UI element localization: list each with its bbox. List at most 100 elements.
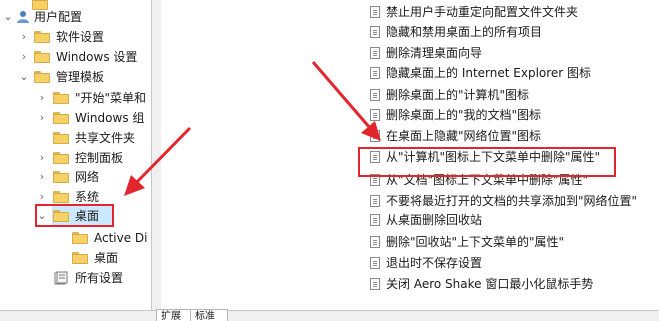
policy-label: 从"计算机"图标上下文菜单中删除"属性" bbox=[386, 150, 601, 164]
user-config-icon bbox=[17, 11, 29, 23]
policy-label: 隐藏桌面上的 Internet Explorer 图标 bbox=[386, 66, 592, 80]
tree-label: 系统 bbox=[75, 190, 100, 204]
tree-label: 桌面 bbox=[94, 251, 119, 265]
tree-item-start-menu[interactable]: › "开始"菜单和 bbox=[0, 88, 151, 108]
policy-row[interactable]: 删除桌面上的"我的文档"图标 bbox=[161, 105, 659, 125]
tree-item-active-directory[interactable]: Active Di bbox=[0, 228, 151, 248]
folder-icon bbox=[72, 252, 88, 264]
folder-icon bbox=[72, 232, 88, 244]
tab-extended[interactable]: 扩展 bbox=[156, 309, 192, 321]
policy-setting-icon bbox=[370, 6, 380, 18]
folder-icon bbox=[34, 31, 50, 43]
policy-setting-icon bbox=[370, 278, 380, 290]
policy-row[interactable]: 删除"回收站"上下文菜单的"属性" bbox=[161, 232, 659, 252]
chevron-right-icon[interactable]: › bbox=[36, 88, 48, 108]
policy-setting-icon bbox=[370, 214, 380, 226]
policy-row[interactable]: 删除清理桌面向导 bbox=[161, 43, 659, 63]
policy-row[interactable]: 隐藏和禁用桌面上的所有项目 bbox=[161, 22, 659, 42]
policy-row[interactable]: 从桌面删除回收站 bbox=[161, 210, 659, 230]
tree-item-desktop[interactable]: ⌄ 桌面 bbox=[0, 206, 151, 226]
tree-label: 软件设置 bbox=[56, 30, 105, 44]
policy-row[interactable]: 从"计算机"图标上下文菜单中删除"属性" bbox=[161, 147, 659, 167]
tree-item-control-panel[interactable]: › 控制面板 bbox=[0, 148, 151, 168]
policy-setting-icon bbox=[370, 89, 380, 101]
tree-item-windows-settings[interactable]: › Windows 设置 bbox=[0, 47, 151, 67]
policy-setting-icon bbox=[370, 236, 380, 248]
policy-setting-icon bbox=[370, 174, 380, 186]
tree-label: 控制面板 bbox=[75, 151, 124, 165]
policy-label: 删除桌面上的"计算机"图标 bbox=[386, 88, 530, 102]
tree-scrollbar[interactable] bbox=[152, 0, 161, 310]
policy-setting-icon bbox=[370, 26, 380, 38]
folder-icon bbox=[53, 152, 69, 164]
policy-row[interactable]: 从"文档"图标上下文菜单中删除"属性" bbox=[161, 170, 659, 190]
tree-item-admin-templates[interactable]: ⌄ 管理模板 bbox=[0, 67, 151, 87]
policy-setting-icon bbox=[370, 257, 380, 269]
folder-icon bbox=[53, 92, 69, 104]
chevron-right-icon[interactable]: › bbox=[18, 27, 30, 47]
policy-setting-icon bbox=[370, 195, 380, 207]
chevron-right-icon[interactable]: › bbox=[18, 47, 30, 67]
chevron-right-icon[interactable]: › bbox=[36, 167, 48, 187]
tree-label: 桌面 bbox=[75, 209, 100, 223]
chevron-down-icon[interactable]: ⌄ bbox=[18, 67, 30, 87]
policy-label: 从桌面删除回收站 bbox=[386, 213, 483, 227]
tree-label: "开始"菜单和 bbox=[75, 91, 147, 105]
policy-row[interactable]: 关闭 Aero Shake 窗口最小化鼠标手势 bbox=[161, 274, 659, 294]
tree-label: Active Di bbox=[94, 231, 148, 245]
settings-icon bbox=[54, 271, 68, 285]
tree-pane[interactable]: ⌄ 用户配置 › 软件设置 › Windows 设置 ⌄ 管理模板 › "开始"… bbox=[0, 0, 151, 320]
tree-label: 用户配置 bbox=[34, 10, 83, 24]
folder-icon bbox=[53, 112, 69, 124]
chevron-right-icon[interactable]: › bbox=[36, 108, 48, 128]
tree-item-shared-folders[interactable]: 共享文件夹 bbox=[0, 128, 151, 148]
policy-list[interactable]: 禁止用户手动重定向配置文件文件夹 隐藏和禁用桌面上的所有项目 删除清理桌面向导隐藏桌… bbox=[161, 0, 659, 310]
policy-label: 删除"回收站"上下文菜单的"属性" bbox=[386, 235, 565, 249]
policy-label: 隐藏和禁用桌面上的所有项目 bbox=[386, 25, 543, 39]
folder-icon bbox=[53, 191, 69, 203]
tree-item-desktop-sub[interactable]: 桌面 bbox=[0, 248, 151, 268]
policy-label: 禁止用户手动重定向配置文件文件夹 bbox=[386, 5, 579, 19]
policy-label: 在桌面上隐藏"网络位置"图标 bbox=[386, 129, 542, 143]
policy-row[interactable]: 隐藏桌面上的 Internet Explorer 图标 bbox=[161, 63, 659, 83]
policy-setting-icon bbox=[370, 151, 380, 163]
policy-label: 关闭 Aero Shake 窗口最小化鼠标手势 bbox=[386, 277, 594, 291]
folder-icon bbox=[34, 51, 50, 63]
chevron-right-icon[interactable]: › bbox=[36, 148, 48, 168]
chevron-right-icon[interactable]: › bbox=[36, 187, 48, 207]
tree-label: 网络 bbox=[75, 170, 100, 184]
policy-row[interactable]: 删除桌面上的"计算机"图标 bbox=[161, 85, 659, 105]
tree-label: 共享文件夹 bbox=[75, 131, 136, 145]
tree-label: 所有设置 bbox=[75, 271, 124, 285]
tree-item-network[interactable]: › 网络 bbox=[0, 167, 151, 187]
folder-icon bbox=[34, 71, 50, 83]
policy-row[interactable]: 不要将最近打开的文档的共享添加到"网络位置" bbox=[161, 191, 659, 211]
tree-item-software-settings[interactable]: › 软件设置 bbox=[0, 27, 151, 47]
tree-item-all-settings[interactable]: 所有设置 bbox=[0, 268, 151, 288]
policy-setting-icon bbox=[370, 130, 380, 142]
policy-row[interactable]: 退出时不保存设置 bbox=[161, 253, 659, 273]
policy-row[interactable]: 在桌面上隐藏"网络位置"图标 bbox=[161, 126, 659, 146]
policy-setting-icon bbox=[370, 109, 380, 121]
chevron-down-icon[interactable]: ⌄ bbox=[2, 7, 14, 27]
folder-icon bbox=[53, 210, 69, 222]
policy-setting-icon bbox=[370, 67, 380, 79]
policy-label: 删除清理桌面向导 bbox=[386, 46, 483, 60]
folder-icon bbox=[53, 171, 69, 183]
tree-item-windows-components[interactable]: › Windows 组 bbox=[0, 108, 151, 128]
policy-row[interactable]: 禁止用户手动重定向配置文件文件夹 bbox=[161, 2, 659, 22]
tree-item-system[interactable]: › 系统 bbox=[0, 187, 151, 207]
bottom-bar bbox=[0, 310, 659, 321]
tree-label: Windows 组 bbox=[75, 111, 145, 125]
policy-label: 退出时不保存设置 bbox=[386, 256, 483, 270]
policy-label: 删除桌面上的"我的文档"图标 bbox=[386, 108, 542, 122]
folder-icon bbox=[53, 132, 69, 144]
policy-label: 从"文档"图标上下文菜单中删除"属性" bbox=[386, 173, 589, 187]
chevron-down-icon[interactable]: ⌄ bbox=[36, 206, 48, 226]
tab-standard[interactable]: 标准 bbox=[190, 309, 228, 321]
policy-setting-icon bbox=[370, 47, 380, 59]
policy-label: 不要将最近打开的文档的共享添加到"网络位置" bbox=[386, 194, 638, 208]
tree-item-user-config[interactable]: ⌄ 用户配置 bbox=[0, 7, 151, 27]
tree-label: Windows 设置 bbox=[56, 50, 138, 64]
tree-label: 管理模板 bbox=[56, 70, 105, 84]
